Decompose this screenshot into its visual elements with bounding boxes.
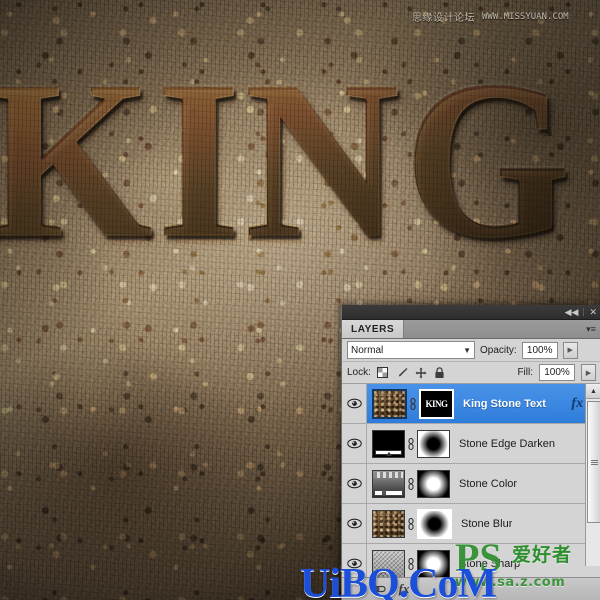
layer-thumbnail[interactable]: [372, 549, 405, 578]
eye-icon: [346, 438, 362, 449]
layer-visibility-toggle[interactable]: [342, 424, 367, 463]
layer-thumbnail[interactable]: [372, 469, 405, 498]
layer-thumbnail[interactable]: [372, 429, 405, 458]
eye-icon: [346, 518, 362, 529]
collapse-double-arrow-icon[interactable]: ◀◀: [565, 307, 579, 317]
watermark-top: 思缘设计论坛 WWW.MISSYUAN.COM: [412, 9, 569, 25]
fill-input[interactable]: 100%: [539, 364, 575, 381]
opacity-label: Opacity:: [480, 344, 517, 356]
layer-mask-thumbnail[interactable]: [417, 508, 452, 539]
layer-mask-thumbnail[interactable]: KING: [419, 388, 454, 419]
panel-titlebar: ◀◀ ✕: [342, 305, 600, 320]
scroll-up-arrow-icon[interactable]: ▲: [586, 384, 600, 399]
layer-name[interactable]: King Stone Text: [463, 398, 546, 410]
blend-mode-select[interactable]: Normal ▼: [347, 341, 475, 359]
layer-style-fx-icon[interactable]: fx: [571, 396, 583, 412]
layer-name[interactable]: Stone Blur: [461, 518, 512, 530]
layer-mask-link-icon[interactable]: [405, 517, 417, 531]
panel-menu-icon[interactable]: ▾≡: [581, 320, 600, 338]
layer-name[interactable]: Stone Color: [459, 478, 517, 490]
blend-mode-value: Normal: [351, 344, 384, 356]
add-layer-style-icon[interactable]: fx: [396, 581, 412, 596]
scrollbar-grip-icon: [590, 459, 598, 465]
chevron-down-icon: ▼: [463, 345, 471, 355]
layer-name[interactable]: Stone Sharp: [459, 558, 520, 570]
panel-tabrow: LAYERS ▾≡: [342, 320, 600, 339]
layer-mask-link-icon[interactable]: [405, 557, 417, 571]
fill-label: Fill:: [517, 367, 533, 378]
layer-mask-thumbnail[interactable]: [417, 549, 450, 578]
layer-mask-link-icon[interactable]: [407, 397, 419, 411]
layer-mask-link-icon[interactable]: [405, 437, 417, 451]
eye-icon: [346, 558, 362, 569]
lock-all-icon[interactable]: [434, 366, 446, 379]
lock-label: Lock:: [347, 367, 371, 378]
layer-thumbnail[interactable]: [372, 509, 405, 538]
layer-thumbnail[interactable]: [372, 388, 407, 419]
layer-mask-link-icon[interactable]: [405, 477, 417, 491]
layer-list-scrollbar[interactable]: ▲: [585, 384, 600, 566]
layer-list[interactable]: KING King Stone Text fx ▼: [342, 384, 600, 600]
scrollbar-track[interactable]: [586, 399, 600, 566]
eye-icon: [346, 478, 362, 489]
layer-name[interactable]: Stone Edge Darken: [459, 438, 555, 450]
layer-visibility-toggle[interactable]: [342, 504, 367, 543]
lock-position-icon[interactable]: [415, 367, 427, 379]
opacity-input[interactable]: 100%: [521, 341, 558, 359]
table-row[interactable]: Stone Color: [342, 464, 600, 504]
link-layers-icon[interactable]: [370, 582, 386, 596]
layer-visibility-toggle[interactable]: [342, 384, 367, 423]
watermark-cn-text: 思缘设计论坛: [412, 13, 475, 24]
fill-stepper[interactable]: ▶: [581, 364, 596, 381]
titlebar-divider: [583, 308, 585, 316]
table-row[interactable]: Stone Edge Darken: [342, 424, 600, 464]
lock-icons-group: [377, 366, 446, 379]
opacity-stepper[interactable]: ▶: [562, 341, 578, 359]
tabrow-filler: [404, 320, 581, 338]
thumbnail-slider-handle: [386, 451, 392, 456]
screenshot-root: KING KING 思缘设计论坛 WWW.MISSYUAN.COM ◀◀ ✕ L…: [0, 0, 600, 600]
eye-icon: [346, 398, 362, 409]
lock-transparent-pixels-icon[interactable]: [377, 367, 389, 379]
table-row[interactable]: Stone Blur: [342, 504, 600, 544]
close-icon[interactable]: ✕: [589, 307, 597, 317]
blend-mode-row: Normal ▼ Opacity: 100% ▶: [342, 339, 600, 362]
layer-mask-thumbnail[interactable]: [417, 469, 450, 498]
layers-panel[interactable]: ◀◀ ✕ LAYERS ▾≡ Normal ▼ Opacity: 100% ▶ …: [341, 305, 600, 600]
mask-king-label: KING: [425, 398, 448, 409]
scrollbar-thumb[interactable]: [587, 401, 600, 523]
gradient-slider-knob: [382, 489, 386, 495]
watermark-url-text: WWW.MISSYUAN.COM: [482, 11, 569, 22]
tab-layers[interactable]: LAYERS: [342, 320, 405, 338]
fx-glyph: fx: [398, 581, 410, 596]
lock-image-pixels-icon[interactable]: [396, 367, 408, 379]
table-row[interactable]: KING King Stone Text fx ▼: [342, 384, 600, 424]
layer-mask-thumbnail[interactable]: [417, 429, 450, 458]
lock-row: Lock: Fill: 100% ▶: [342, 362, 600, 384]
layer-visibility-toggle[interactable]: [342, 464, 367, 503]
layers-bottom-toolbar[interactable]: fx: [342, 577, 600, 600]
